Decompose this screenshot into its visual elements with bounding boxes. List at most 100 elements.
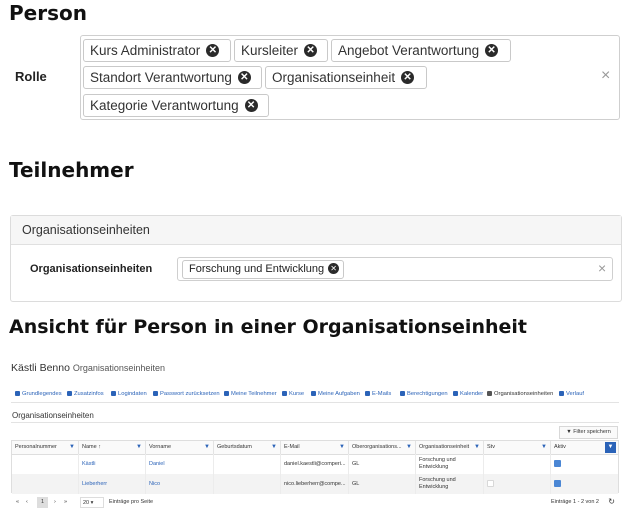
cell-oberorganisation: GL <box>349 474 416 494</box>
cell-vorname[interactable]: Nico <box>146 474 214 494</box>
org-multiselect[interactable]: Forschung und Entwicklung ✕ × <box>177 257 613 281</box>
tab-zusatzinfos[interactable]: Zusatzinfos <box>67 391 104 397</box>
remove-chip-icon[interactable]: ✕ <box>237 70 251 84</box>
cell-geburtsdatum <box>214 474 281 494</box>
filter-icon[interactable]: ▼ <box>204 441 210 454</box>
col-aktiv[interactable]: Aktiv ▼ <box>551 441 618 454</box>
col-label: E-Mail <box>284 444 300 450</box>
org-field-label: Organisationseinheiten <box>30 263 153 275</box>
per-page-label: Einträge pro Seite <box>109 499 154 505</box>
filter-icon[interactable]: ▼ <box>474 441 480 454</box>
col-stv[interactable]: Stv ▼ <box>484 441 551 454</box>
remove-chip-icon[interactable]: ✕ <box>206 43 220 57</box>
tab-passwort[interactable]: Passwort zurücksetzen <box>153 391 220 397</box>
check-icon <box>311 391 316 396</box>
current-page[interactable]: 1 <box>37 497 48 508</box>
table-row[interactable]: Kästli Daniel daniel.kaestli@comperi... … <box>12 454 618 475</box>
rolle-chip[interactable]: Standort Verantwortung ✕ <box>83 66 262 89</box>
filter-icon[interactable]: ▼ <box>69 441 75 454</box>
filter-save-button[interactable]: ▼ Filter speichern <box>559 426 618 439</box>
section-divider <box>11 422 619 423</box>
rolle-chip[interactable]: Angebot Verantwortung ✕ <box>331 39 511 62</box>
mail-icon <box>365 391 370 396</box>
aktiv-checkbox[interactable] <box>554 460 561 467</box>
tab-kalender[interactable]: Kalender <box>453 391 483 397</box>
next-page-icon[interactable]: › <box>54 499 56 505</box>
pager: « ‹ 1 › » 20 ▾ Einträge pro Seite Einträ… <box>11 496 619 511</box>
rolle-chip[interactable]: Kategorie Verantwortung ✕ <box>83 94 269 117</box>
aktiv-checkbox[interactable] <box>554 480 561 487</box>
person-icon <box>15 391 20 396</box>
cell-stv <box>484 474 551 494</box>
stv-checkbox[interactable] <box>487 480 494 487</box>
filter-icon[interactable]: ▼ <box>339 441 345 454</box>
col-label: Geburtsdatum <box>217 444 252 450</box>
column-chooser-icon[interactable]: ▼ <box>605 442 616 453</box>
info-icon <box>67 391 72 396</box>
tab-berechtigungen[interactable]: Berechtigungen <box>400 391 448 397</box>
heading-person: Person <box>9 1 87 25</box>
col-geburtsdatum[interactable]: Geburtsdatum ▼ <box>214 441 281 454</box>
filter-icon[interactable]: ▼ <box>271 441 277 454</box>
first-page-icon[interactable]: « <box>16 499 19 505</box>
tab-label: Kalender <box>460 391 484 398</box>
filter-icon[interactable]: ▼ <box>406 441 412 454</box>
tab-grundlegendes[interactable]: Grundlegendes <box>15 391 62 397</box>
rolle-multiselect[interactable]: Kurs Administrator ✕ Kursleiter ✕ Angebot … <box>80 35 620 120</box>
remove-chip-icon[interactable]: ✕ <box>244 98 258 112</box>
remove-chip-icon[interactable]: ✕ <box>328 262 340 274</box>
col-oberorganisation[interactable]: Oberorganisations... ▼ <box>349 441 416 454</box>
col-label: Name ↑ <box>82 444 101 450</box>
cell-name[interactable]: Kästli <box>79 454 146 474</box>
col-label: Personalnummer <box>15 444 57 450</box>
col-email[interactable]: E-Mail ▼ <box>281 441 349 454</box>
rolle-chip[interactable]: Organisationseinheit ✕ <box>265 66 427 89</box>
person-tabs: Grundlegendes Zusatzinfos Logindaten Pas… <box>11 386 619 403</box>
table-row[interactable]: Lieberherr Nico nico.lieberherr@compe...… <box>12 474 618 494</box>
filter-icon[interactable]: ▼ <box>136 441 142 454</box>
cell-personalnummer <box>12 474 79 494</box>
org-members-grid: Personalnummer ▼ Name ↑ ▼ Vorname ▼ Geburts… <box>11 440 619 494</box>
tab-label: Logindaten <box>118 391 147 398</box>
tab-meine-aufgaben[interactable]: Meine Aufgaben <box>311 391 360 397</box>
chip-label: Organisationseinheit <box>272 70 396 85</box>
chip-label: Standort Verantwortung <box>90 70 232 85</box>
col-personalnummer[interactable]: Personalnummer ▼ <box>12 441 79 454</box>
col-organisationseinheit[interactable]: Organisationseinheit ▼ <box>416 441 484 454</box>
tab-meine-teilnehmer[interactable]: Meine Teilnehmer <box>224 391 277 397</box>
tab-kurse[interactable]: Kurse <box>282 391 304 397</box>
col-vorname[interactable]: Vorname ▼ <box>146 441 214 454</box>
rolle-chip[interactable]: Kursleiter ✕ <box>234 39 328 62</box>
clear-all-icon[interactable]: × <box>598 260 606 276</box>
tab-label: Organisationseinheiten <box>494 391 554 398</box>
remove-chip-icon[interactable]: ✕ <box>401 70 415 84</box>
org-chip[interactable]: Forschung und Entwicklung ✕ <box>182 260 345 279</box>
col-name[interactable]: Name ↑ ▼ <box>79 441 146 454</box>
history-icon <box>559 391 564 396</box>
refresh-icon[interactable]: ↻ <box>608 497 615 506</box>
clear-all-icon[interactable]: × <box>601 67 610 85</box>
tab-emails[interactable]: E-Mails <box>365 391 391 397</box>
filter-icon[interactable]: ▼ <box>541 441 547 454</box>
cell-email: nico.lieberherr@compe... <box>281 474 349 494</box>
key-icon <box>153 391 158 396</box>
last-page-icon[interactable]: » <box>64 499 67 505</box>
tab-label: Meine Teilnehmer <box>231 391 277 398</box>
tab-logindaten[interactable]: Logindaten <box>111 391 147 397</box>
remove-chip-icon[interactable]: ✕ <box>304 43 318 57</box>
cell-stv <box>484 454 551 474</box>
chip-label: Kursleiter <box>241 43 299 58</box>
tab-organisationseinheiten[interactable]: Organisationseinheiten <box>487 391 553 397</box>
cell-name[interactable]: Lieberherr <box>79 474 146 494</box>
rolle-chip[interactable]: Kurs Administrator ✕ <box>83 39 231 62</box>
chevron-down-icon: ▾ <box>90 500 94 506</box>
tab-verlauf[interactable]: Verlauf <box>559 391 584 397</box>
per-page-select[interactable]: 20 ▾ <box>80 497 104 508</box>
cell-vorname[interactable]: Daniel <box>146 454 214 474</box>
briefcase-icon <box>487 391 492 396</box>
col-label: Aktiv <box>554 444 566 450</box>
remove-chip-icon[interactable]: ✕ <box>485 43 499 57</box>
prev-page-icon[interactable]: ‹ <box>26 499 28 505</box>
cell-personalnummer <box>12 454 79 474</box>
chip-label: Kategorie Verantwortung <box>90 98 239 113</box>
